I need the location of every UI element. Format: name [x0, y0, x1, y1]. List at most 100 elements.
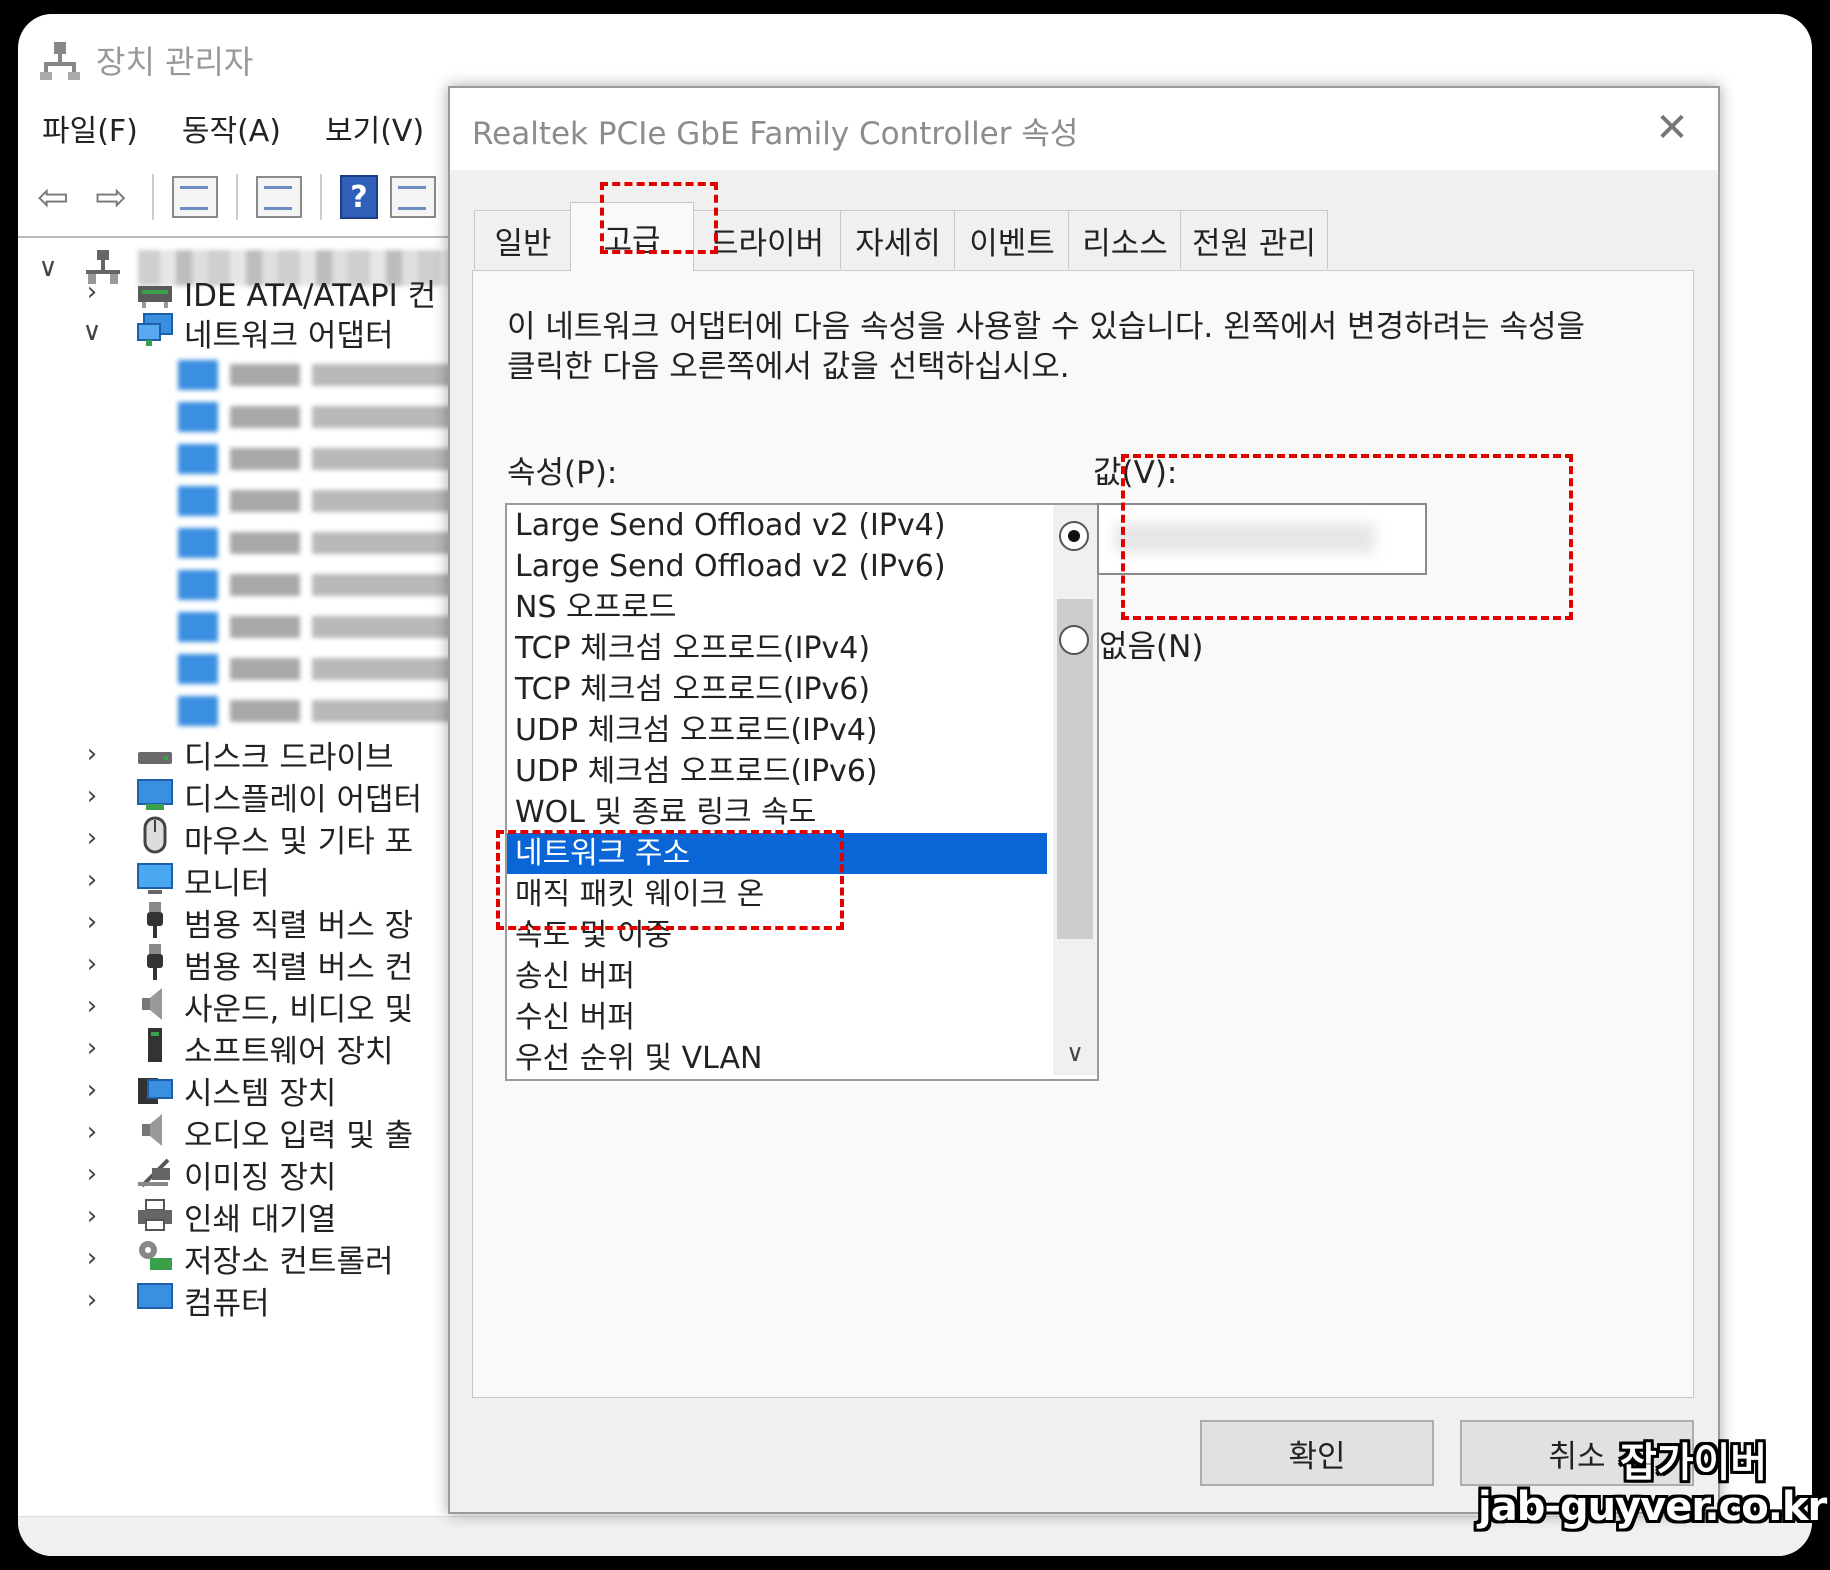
- toolbar-separator: [320, 174, 322, 220]
- tab-resources[interactable]: 리소스: [1068, 210, 1182, 269]
- properties-icon[interactable]: [256, 176, 302, 218]
- storage-controller-icon: [136, 1238, 174, 1274]
- display-adapter-icon: [136, 778, 174, 814]
- property-label: 속성(P):: [507, 455, 618, 491]
- device-manager-icon: [40, 40, 80, 80]
- tree-item-label: 디스플레이 어댑터: [184, 781, 423, 818]
- chevron-right-icon[interactable]: ›: [72, 1033, 112, 1063]
- chevron-right-icon[interactable]: ›: [72, 1159, 112, 1189]
- value-label: 값(V):: [1093, 455, 1178, 491]
- chevron-right-icon[interactable]: ›: [72, 907, 112, 937]
- advanced-tab-panel: 이 네트워크 어댑터에 다음 속성을 사용할 수 있습니다. 왼쪽에서 변경하려…: [472, 270, 1694, 1398]
- toolbar-divider: [18, 236, 458, 238]
- computer-icon: [136, 1282, 174, 1318]
- value-radio[interactable]: [1059, 521, 1089, 551]
- property-list[interactable]: Large Send Offload v2 (IPv4) Large Send …: [505, 503, 1099, 1081]
- list-item[interactable]: UDP 체크섬 오프로드(IPv4): [507, 710, 1047, 751]
- chevron-right-icon[interactable]: ›: [72, 1075, 112, 1105]
- chevron-right-icon[interactable]: ›: [72, 739, 112, 769]
- screen: 장치 관리자 파일(F) 동작(A) 보기(V) ⇦ ⇨ ? ∨ › IDE A…: [18, 14, 1812, 1556]
- watermark-url: jab-guyver.co.kr: [1478, 1484, 1827, 1530]
- tree-item-label: 이미징 장치: [184, 1159, 337, 1196]
- mouse-icon: [136, 816, 174, 854]
- adapter-redacted[interactable]: [178, 696, 482, 726]
- menu-file[interactable]: 파일(F): [42, 106, 138, 150]
- update-driver-icon[interactable]: [390, 176, 436, 218]
- menu-action[interactable]: 동작(A): [182, 106, 281, 150]
- tab-driver[interactable]: 드라이버: [692, 210, 842, 269]
- tree-item-label: 디스크 드라이브: [184, 739, 394, 776]
- watermark-name: 잡가이버: [1620, 1440, 1768, 1486]
- tree-item-label: 인쇄 대기열: [184, 1201, 337, 1238]
- chevron-right-icon[interactable]: ›: [72, 823, 112, 853]
- adapter-redacted[interactable]: [178, 360, 482, 390]
- close-icon[interactable]: ✕: [1648, 104, 1696, 152]
- list-item[interactable]: 속도 및 이중: [507, 915, 1047, 956]
- chevron-right-icon[interactable]: ›: [72, 991, 112, 1021]
- forward-arrow-icon[interactable]: ⇨: [88, 174, 134, 220]
- list-item[interactable]: Large Send Offload v2 (IPv4): [507, 505, 1047, 546]
- tree-item-label: 컴퓨터: [184, 1285, 270, 1322]
- chevron-down-icon[interactable]: ∨: [72, 317, 112, 347]
- speaker-icon: [136, 1112, 174, 1148]
- tree-item-label: 시스템 장치: [184, 1075, 337, 1112]
- none-option-label: 없음(N): [1099, 629, 1204, 665]
- tree-item-label: 모니터: [184, 865, 270, 902]
- adapter-redacted[interactable]: [178, 570, 482, 600]
- list-item[interactable]: NS 오프로드: [507, 587, 1047, 628]
- chevron-right-icon[interactable]: ›: [72, 1243, 112, 1273]
- adapter-redacted[interactable]: [178, 654, 482, 684]
- printer-icon: [136, 1198, 174, 1234]
- tree-item-label: 범용 직렬 버스 컨: [184, 949, 414, 986]
- disk-drive-icon: [136, 736, 174, 772]
- list-scrollbar[interactable]: ∧ ∨: [1053, 505, 1097, 1075]
- adapter-redacted[interactable]: [178, 402, 482, 432]
- adapter-redacted[interactable]: [178, 486, 482, 516]
- list-item[interactable]: Large Send Offload v2 (IPv6): [507, 546, 1047, 587]
- chevron-right-icon[interactable]: ›: [72, 1201, 112, 1231]
- tab-advanced[interactable]: 고급: [570, 202, 694, 271]
- network-adapter-icon: [136, 312, 174, 348]
- none-radio[interactable]: [1059, 625, 1089, 655]
- tree-item-label: 소프트웨어 장치: [184, 1033, 394, 1070]
- list-item[interactable]: TCP 체크섬 오프로드(IPv4): [507, 628, 1047, 669]
- back-arrow-icon[interactable]: ⇦: [30, 174, 76, 220]
- tab-general[interactable]: 일반: [474, 210, 572, 269]
- tree-item-label: 저장소 컨트롤러: [184, 1243, 394, 1280]
- list-item[interactable]: 수신 버퍼: [507, 997, 1047, 1038]
- list-item[interactable]: 우선 순위 및 VLAN: [507, 1038, 1047, 1075]
- usb-icon: [136, 900, 174, 938]
- adapter-redacted[interactable]: [178, 444, 482, 474]
- list-item[interactable]: 매직 패킷 웨이크 온: [507, 874, 1047, 915]
- help-icon[interactable]: ?: [340, 175, 378, 219]
- ok-button[interactable]: 확인: [1200, 1420, 1434, 1486]
- chevron-right-icon[interactable]: ›: [72, 949, 112, 979]
- menu-view[interactable]: 보기(V): [325, 106, 424, 150]
- list-item[interactable]: TCP 체크섬 오프로드(IPv6): [507, 669, 1047, 710]
- chevron-right-icon[interactable]: ›: [72, 781, 112, 811]
- adapter-redacted[interactable]: [178, 612, 482, 642]
- chevron-right-icon[interactable]: ›: [72, 1117, 112, 1147]
- list-item-selected[interactable]: 네트워크 주소: [507, 833, 1047, 874]
- description-text: 이 네트워크 어댑터에 다음 속성을 사용할 수 있습니다. 왼쪽에서 변경하려…: [507, 309, 1586, 385]
- tab-power-management[interactable]: 전원 관리: [1180, 210, 1328, 269]
- value-input[interactable]: [1097, 503, 1427, 575]
- tab-events[interactable]: 이벤트: [954, 210, 1070, 269]
- dialog-titlebar: Realtek PCIe GbE Family Controller 속성 ✕: [450, 88, 1718, 170]
- adapter-redacted[interactable]: [178, 528, 482, 558]
- chevron-right-icon[interactable]: ›: [72, 865, 112, 895]
- toolbar-separator: [152, 174, 154, 220]
- show-hide-tree-icon[interactable]: [172, 176, 218, 218]
- list-item[interactable]: 송신 버퍼: [507, 956, 1047, 997]
- usb-icon: [136, 942, 174, 980]
- chevron-right-icon[interactable]: ›: [72, 1285, 112, 1315]
- tab-details[interactable]: 자세히: [840, 210, 956, 269]
- chevron-down-icon[interactable]: ∨: [28, 253, 68, 283]
- list-item[interactable]: WOL 및 종료 링크 속도: [507, 792, 1047, 833]
- list-item[interactable]: UDP 체크섬 오프로드(IPv6): [507, 751, 1047, 792]
- property-list-items: Large Send Offload v2 (IPv4) Large Send …: [507, 505, 1047, 1075]
- chevron-right-icon[interactable]: ›: [72, 277, 112, 307]
- properties-dialog: Realtek PCIe GbE Family Controller 속성 ✕ …: [448, 86, 1720, 1514]
- scroll-down-icon[interactable]: ∨: [1053, 1031, 1097, 1075]
- tree-item-label: 오디오 입력 및 출: [184, 1117, 414, 1154]
